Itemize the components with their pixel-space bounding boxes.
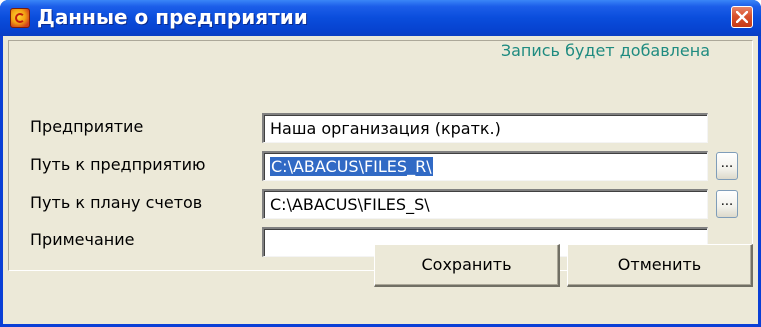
close-button[interactable] [731, 6, 753, 28]
chart-of-accounts-path-label: Путь к плану счетов [30, 193, 203, 212]
enterprise-input[interactable]: Наша организация (кратк.) [262, 113, 708, 143]
enterprise-path-browse-button[interactable]: ... [716, 152, 738, 180]
enterprise-label: Предприятие [30, 117, 144, 136]
record-status-text: Запись будет добавлена [500, 41, 710, 60]
chart-of-accounts-path-input[interactable]: C:\ABACUS\FILES_S\ [262, 189, 708, 219]
close-icon [736, 11, 748, 23]
dialog-window: Данные о предприятии Запись будет добавл… [0, 0, 761, 327]
app-logo-swirl [15, 13, 25, 23]
enterprise-path-selected-text: C:\ABACUS\FILES_R\ [270, 157, 433, 176]
enterprise-path-input[interactable]: C:\ABACUS\FILES_R\ [262, 151, 708, 181]
enterprise-path-label: Путь к предприятию [30, 155, 206, 174]
window-title: Данные о предприятии [37, 5, 308, 29]
note-label: Примечание [30, 230, 135, 249]
cancel-button[interactable]: Отменить [567, 244, 753, 287]
save-button[interactable]: Сохранить [374, 244, 560, 287]
abacus-app-icon[interactable] [10, 8, 30, 28]
chart-of-accounts-path-browse-button[interactable]: ... [716, 190, 738, 218]
title-bar[interactable]: Данные о предприятии [0, 0, 761, 36]
